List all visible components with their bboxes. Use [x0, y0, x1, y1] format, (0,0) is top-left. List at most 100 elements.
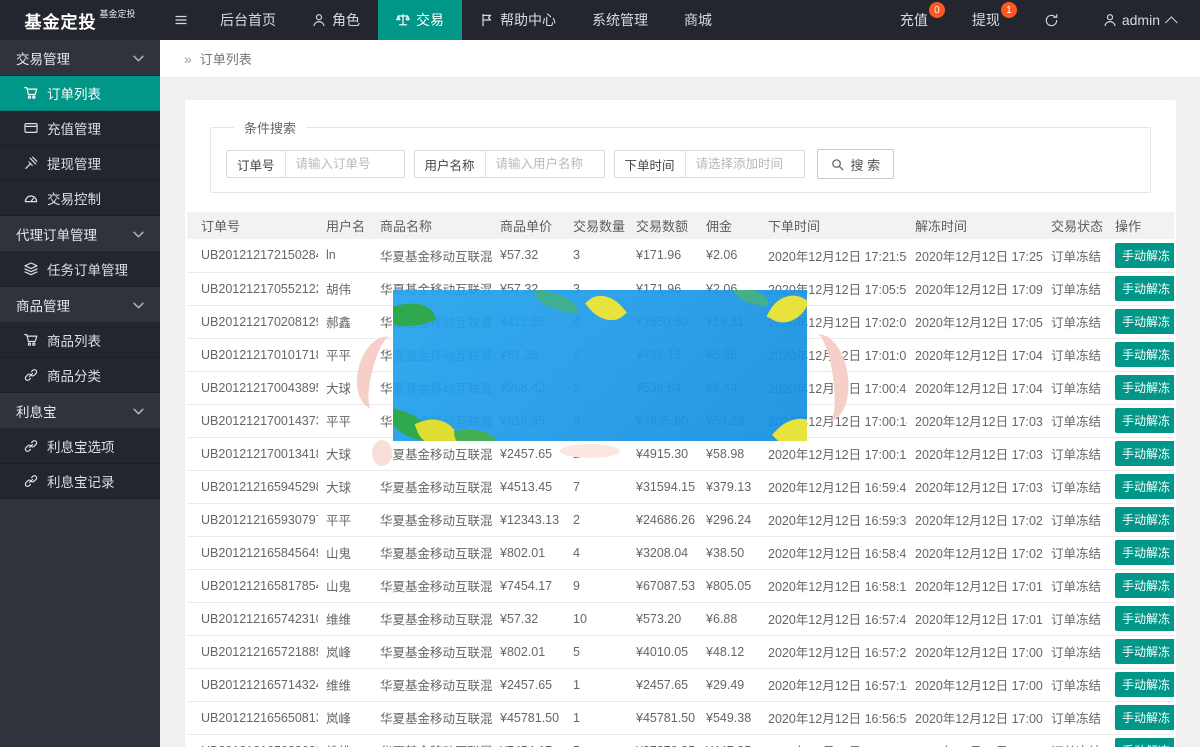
cell-action: 手动解冻	[1107, 734, 1174, 747]
cell-order_no: UB2012121657423107	[187, 602, 318, 635]
unfreeze-button[interactable]: 手动解冻	[1115, 738, 1174, 747]
page-title: 订单列表	[200, 49, 252, 68]
refresh-button[interactable]	[1022, 0, 1081, 40]
cell-status: 订单冻结	[1043, 503, 1107, 536]
cell-product: 华夏基金移动互联混合	[372, 536, 492, 569]
sidebar-item-商品列表[interactable]: 商品列表	[0, 323, 160, 358]
nav-item-1[interactable]: 角色	[294, 0, 378, 40]
cell-commission: ¥48.12	[698, 635, 760, 668]
cell-amount: ¥24686.26	[628, 503, 698, 536]
unfreeze-button[interactable]: 手动解冻	[1115, 342, 1174, 367]
field-input-1[interactable]	[486, 151, 604, 177]
cell-action: 手动解冻	[1107, 470, 1174, 503]
field-label: 用户名称	[415, 151, 486, 177]
nav-item-0[interactable]: 后台首页	[202, 0, 294, 40]
nav-item-2[interactable]: 交易	[378, 0, 462, 40]
unfreeze-button[interactable]: 手动解冻	[1115, 441, 1174, 466]
unfreeze-button[interactable]: 手动解冻	[1115, 375, 1174, 400]
cell-qty: 2	[565, 437, 628, 470]
cell-action: 手动解冻	[1107, 272, 1174, 305]
nav-item-3[interactable]: 帮助中心	[462, 0, 574, 40]
chevron-down-icon	[133, 226, 144, 241]
nav-item-label: 后台首页	[220, 10, 276, 30]
sidebar-item-提现管理[interactable]: 提现管理	[0, 146, 160, 181]
sidebar-group-0[interactable]: 交易管理	[0, 40, 160, 76]
unfreeze-button[interactable]: 手动解冻	[1115, 639, 1174, 664]
unfreeze-button[interactable]: 手动解冻	[1115, 474, 1174, 499]
cell-commission: ¥379.13	[698, 470, 760, 503]
sidebar-item-任务订单管理[interactable]: 任务订单管理	[0, 252, 160, 287]
table-row: UB2012121657423107维维华夏基金移动互联混合¥57.3210¥5…	[187, 602, 1174, 635]
app-logo-sup: 基金定投	[99, 7, 135, 20]
field-input-2[interactable]	[686, 151, 804, 177]
cell-status: 订单冻结	[1043, 536, 1107, 569]
breadcrumb-arrow-icon	[184, 51, 192, 67]
leaf-icon	[393, 295, 436, 335]
nav-item-5[interactable]: 商城	[666, 0, 730, 40]
sidebar-item-label: 提现管理	[47, 153, 101, 173]
sidebar-item-label: 订单列表	[47, 83, 101, 103]
cell-action: 手动解冻	[1107, 569, 1174, 602]
user-menu[interactable]: admin	[1081, 0, 1200, 40]
nav-item-4[interactable]: 系统管理	[574, 0, 666, 40]
cell-unit_price: ¥2457.65	[492, 668, 565, 701]
table-row: UB2012121656508139岚峰华夏基金移动互联混合¥45781.501…	[187, 701, 1174, 734]
sidebar-item-交易控制[interactable]: 交易控制	[0, 181, 160, 216]
cart-icon	[24, 333, 38, 347]
unfreeze-button[interactable]: 手动解冻	[1115, 276, 1174, 301]
gauge-icon	[24, 191, 38, 205]
sidebar-menu: 交易管理订单列表充值管理提现管理交易控制代理订单管理任务订单管理商品管理商品列表…	[0, 40, 160, 499]
cell-qty: 1	[565, 701, 628, 734]
app-logo-text: 基金定投	[24, 8, 96, 33]
unfreeze-button[interactable]: 手动解冻	[1115, 573, 1174, 598]
leaf-icon	[767, 290, 807, 331]
cell-action: 手动解冻	[1107, 668, 1174, 701]
cell-order_no: UB2012121656508139	[187, 701, 318, 734]
cell-action: 手动解冻	[1107, 338, 1174, 371]
recharge-button[interactable]: 充值 0	[878, 0, 950, 40]
sidebar-item-利息宝选项[interactable]: 利息宝选项	[0, 429, 160, 464]
sidebar-item-充值管理[interactable]: 充值管理	[0, 111, 160, 146]
sidebar-group-2[interactable]: 商品管理	[0, 287, 160, 323]
table-row: UB2012121656336289维维华夏基金移动互联混合¥7454.175¥…	[187, 734, 1174, 747]
sidebar-item-订单列表[interactable]: 订单列表	[0, 76, 160, 111]
unfreeze-button[interactable]: 手动解冻	[1115, 243, 1174, 268]
flag-icon	[480, 13, 494, 27]
sidebar-group-1[interactable]: 代理订单管理	[0, 216, 160, 252]
withdraw-button[interactable]: 提现 1	[950, 0, 1022, 40]
column-header: 用户名	[318, 212, 372, 239]
unfreeze-button[interactable]: 手动解冻	[1115, 705, 1174, 730]
cell-unfreeze_time: 2020年12月12日 17:02:03	[907, 536, 1043, 569]
search-panel: 条件搜索 订单号用户名称下单时间 搜 索	[210, 118, 1151, 193]
sidebar-item-利息宝记录[interactable]: 利息宝记录	[0, 464, 160, 499]
cell-amount: ¥37270.85	[628, 734, 698, 747]
unfreeze-button[interactable]: 手动解冻	[1115, 309, 1174, 334]
unfreeze-button[interactable]: 手动解冻	[1115, 606, 1174, 631]
cell-user: 大球	[318, 470, 372, 503]
column-header: 解冻时间	[907, 212, 1043, 239]
unfreeze-button[interactable]: 手动解冻	[1115, 408, 1174, 433]
cell-amount: ¥67087.53	[628, 569, 698, 602]
cell-order_no: UB2012121721502842	[187, 239, 318, 272]
column-header: 商品名称	[372, 212, 492, 239]
field-input-0[interactable]	[286, 151, 404, 177]
user-icon	[312, 13, 326, 27]
withdraw-label: 提现	[972, 10, 1000, 30]
cell-user: ln	[318, 239, 372, 272]
sidebar-item-label: 任务订单管理	[47, 259, 128, 279]
cell-commission: ¥447.25	[698, 734, 760, 747]
sidebar-item-商品分类[interactable]: 商品分类	[0, 358, 160, 393]
sidebar-group-label: 利息宝	[16, 401, 57, 421]
cell-order_no: UB2012121658178541	[187, 569, 318, 602]
search-row: 订单号用户名称下单时间 搜 索	[226, 149, 1135, 179]
sidebar-group-3[interactable]: 利息宝	[0, 393, 160, 429]
unfreeze-button[interactable]: 手动解冻	[1115, 507, 1174, 532]
search-field-2: 下单时间	[614, 150, 805, 178]
cell-action: 手动解冻	[1107, 305, 1174, 338]
search-button[interactable]: 搜 索	[817, 149, 895, 179]
unfreeze-button[interactable]: 手动解冻	[1115, 540, 1174, 565]
cell-qty: 2	[565, 503, 628, 536]
cell-status: 订单冻结	[1043, 701, 1107, 734]
unfreeze-button[interactable]: 手动解冻	[1115, 672, 1174, 697]
menu-toggle-icon[interactable]	[160, 0, 202, 40]
